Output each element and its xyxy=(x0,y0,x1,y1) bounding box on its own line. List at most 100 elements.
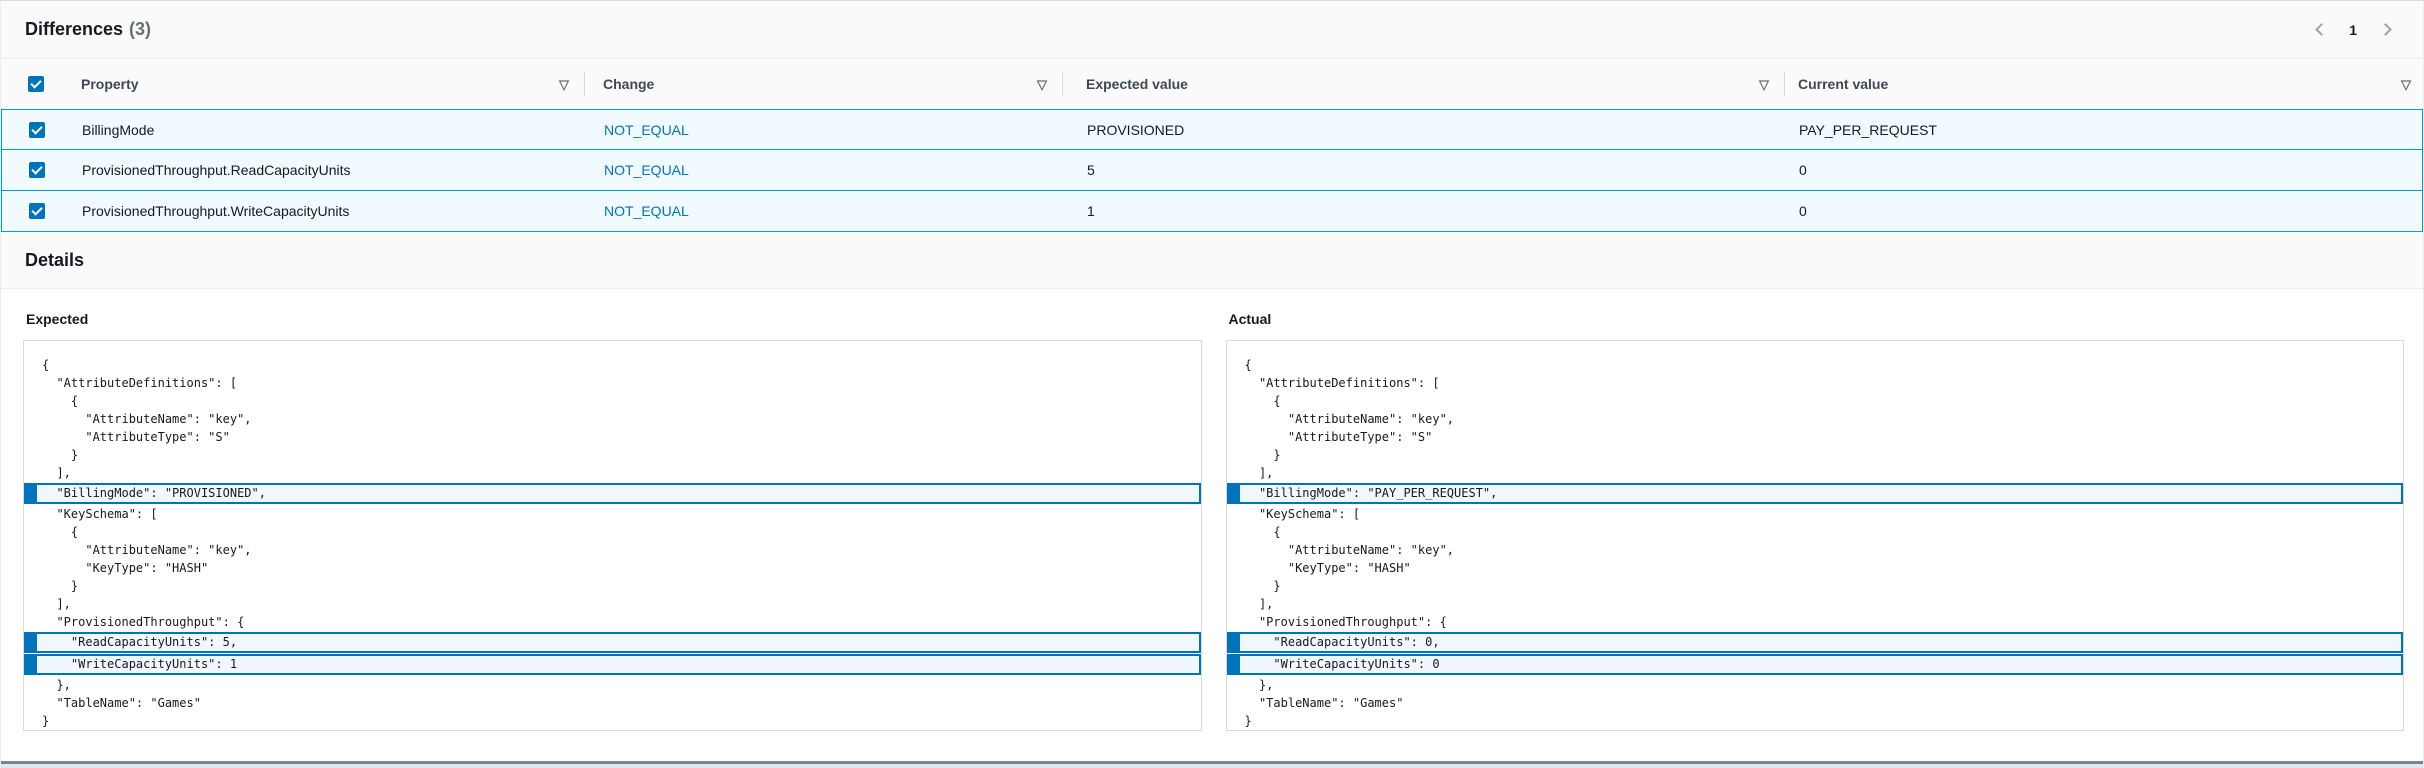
expected-column: Expected { "AttributeDefinitions": [ { "… xyxy=(23,289,1202,731)
code-line: } xyxy=(24,577,1201,595)
property-cell: ProvisionedThroughput.ReadCapacityUnits xyxy=(72,162,586,178)
select-all-cell xyxy=(1,59,71,109)
change-cell: NOT_EQUAL xyxy=(586,122,1064,138)
expected-value-cell: 1 xyxy=(1064,203,1786,219)
code-line: ], xyxy=(24,464,1201,482)
code-line: } xyxy=(1227,577,2404,595)
page-title: Differences (3) xyxy=(25,19,151,40)
code-line: "KeySchema": [ xyxy=(1227,505,2404,523)
code-line: ], xyxy=(24,595,1201,613)
expected-value-cell: PROVISIONED xyxy=(1064,122,1786,138)
code-line: "TableName": "Games" xyxy=(1227,694,2404,712)
column-label-expected-value: Expected value xyxy=(1086,76,1188,92)
select-all-checkbox[interactable] xyxy=(28,76,44,92)
row-checkbox[interactable] xyxy=(29,203,45,219)
code-line: "ReadCapacityUnits": 5, xyxy=(24,632,1201,653)
code-line: "WriteCapacityUnits": 0 xyxy=(1227,654,2404,675)
bottom-divider xyxy=(1,761,2423,768)
row-checkbox[interactable] xyxy=(29,162,45,178)
row-checkbox-cell xyxy=(2,122,72,138)
code-line: } xyxy=(24,712,1201,730)
code-line: "AttributeType": "S" xyxy=(24,428,1201,446)
change-cell: NOT_EQUAL xyxy=(586,162,1064,178)
spacer xyxy=(1,731,2423,761)
expected-code-panel: { "AttributeDefinitions": [ { "Attribute… xyxy=(23,340,1202,731)
column-header-change[interactable]: Change ▽ xyxy=(585,59,1063,109)
table-row[interactable]: ProvisionedThroughput.ReadCapacityUnits … xyxy=(1,150,2423,191)
code-line: { xyxy=(24,523,1201,541)
pagination: 1 xyxy=(2307,18,2399,42)
change-link[interactable]: NOT_EQUAL xyxy=(604,162,689,178)
change-link[interactable]: NOT_EQUAL xyxy=(604,203,689,219)
column-header-current-value[interactable]: Current value ▽ xyxy=(1785,59,2423,109)
previous-page-button[interactable] xyxy=(2307,18,2331,42)
actual-column: Actual { "AttributeDefinitions": [ { "At… xyxy=(1226,289,2405,731)
code-line: }, xyxy=(1227,676,2404,694)
code-line: "KeyType": "HASH" xyxy=(1227,559,2404,577)
current-page-number[interactable]: 1 xyxy=(2345,22,2361,38)
next-page-button[interactable] xyxy=(2375,18,2399,42)
current-value-cell: PAY_PER_REQUEST xyxy=(1786,122,2422,138)
details-title: Details xyxy=(25,250,84,271)
column-label-property: Property xyxy=(81,76,139,92)
code-line: "AttributeName": "key", xyxy=(1227,541,2404,559)
code-line: "AttributeDefinitions": [ xyxy=(1227,374,2404,392)
filter-icon[interactable]: ▽ xyxy=(1759,78,1769,91)
filter-icon[interactable]: ▽ xyxy=(559,78,569,91)
row-checkbox-cell xyxy=(2,162,72,178)
code-line: "BillingMode": "PROVISIONED", xyxy=(24,483,1201,504)
code-line: { xyxy=(24,356,1201,374)
code-line: "KeySchema": [ xyxy=(24,505,1201,523)
current-value-cell: 0 xyxy=(1786,162,2422,178)
code-line: "ReadCapacityUnits": 0, xyxy=(1227,632,2404,653)
current-value-cell: 0 xyxy=(1786,203,2422,219)
code-line: { xyxy=(1227,392,2404,410)
code-line: } xyxy=(1227,446,2404,464)
code-line: }, xyxy=(24,676,1201,694)
code-line: "ProvisionedThroughput": { xyxy=(24,613,1201,631)
column-label-change: Change xyxy=(603,76,654,92)
code-line: } xyxy=(1227,712,2404,730)
table-row[interactable]: ProvisionedThroughput.WriteCapacityUnits… xyxy=(1,191,2423,232)
differences-table-body: BillingMode NOT_EQUAL PROVISIONED PAY_PE… xyxy=(1,109,2423,232)
code-line: "TableName": "Games" xyxy=(24,694,1201,712)
details-body: Expected { "AttributeDefinitions": [ { "… xyxy=(1,289,2423,731)
column-label-current-value: Current value xyxy=(1798,76,1888,92)
code-line: "AttributeName": "key", xyxy=(1227,410,2404,428)
code-line: { xyxy=(1227,356,2404,374)
table-header-row: Property ▽ Change ▽ Expected value ▽ Cur… xyxy=(1,59,2423,109)
filter-icon[interactable]: ▽ xyxy=(2401,78,2411,91)
code-line: "AttributeName": "key", xyxy=(24,410,1201,428)
change-link[interactable]: NOT_EQUAL xyxy=(604,122,689,138)
code-line: "AttributeType": "S" xyxy=(1227,428,2404,446)
code-line: "AttributeDefinitions": [ xyxy=(24,374,1201,392)
chevron-right-icon xyxy=(2379,23,2392,36)
code-line: { xyxy=(1227,523,2404,541)
property-cell: ProvisionedThroughput.WriteCapacityUnits xyxy=(72,203,586,219)
expected-value-cell: 5 xyxy=(1064,162,1786,178)
code-line: ], xyxy=(1227,595,2404,613)
code-line: ], xyxy=(1227,464,2404,482)
filter-icon[interactable]: ▽ xyxy=(1037,78,1047,91)
code-line: } xyxy=(24,446,1201,464)
chevron-left-icon xyxy=(2315,23,2328,36)
details-header: Details xyxy=(1,232,2423,289)
row-checkbox-cell xyxy=(2,203,72,219)
differences-counter: (3) xyxy=(129,19,151,39)
differences-title: Differences xyxy=(25,19,123,39)
code-line: "KeyType": "HASH" xyxy=(24,559,1201,577)
differences-header: Differences (3) 1 xyxy=(1,1,2423,59)
row-checkbox[interactable] xyxy=(29,122,45,138)
actual-code-panel: { "AttributeDefinitions": [ { "Attribute… xyxy=(1226,340,2405,731)
table-row[interactable]: BillingMode NOT_EQUAL PROVISIONED PAY_PE… xyxy=(1,109,2423,150)
actual-label: Actual xyxy=(1229,311,2405,327)
property-cell: BillingMode xyxy=(72,122,586,138)
code-line: { xyxy=(24,392,1201,410)
code-line: "BillingMode": "PAY_PER_REQUEST", xyxy=(1227,483,2404,504)
code-line: "WriteCapacityUnits": 1 xyxy=(24,654,1201,675)
column-header-property[interactable]: Property ▽ xyxy=(71,59,585,109)
column-header-expected-value[interactable]: Expected value ▽ xyxy=(1063,59,1785,109)
code-line: "ProvisionedThroughput": { xyxy=(1227,613,2404,631)
code-line: "AttributeName": "key", xyxy=(24,541,1201,559)
expected-label: Expected xyxy=(26,311,1202,327)
